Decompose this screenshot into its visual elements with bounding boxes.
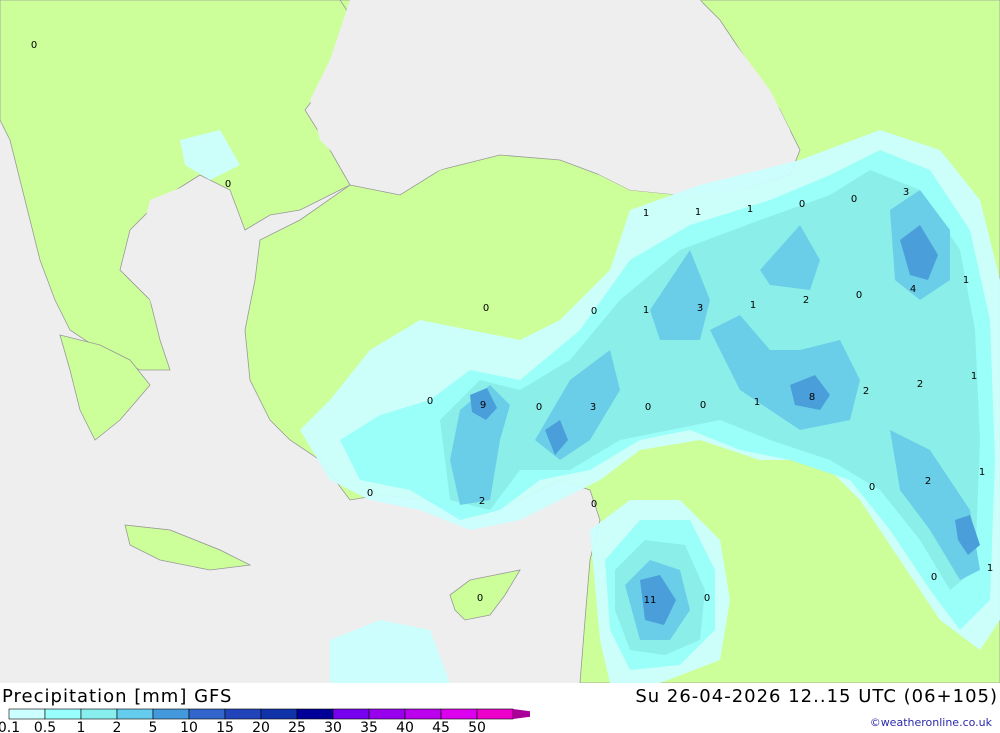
value-label: 0 xyxy=(931,572,937,583)
legend-swatch xyxy=(44,708,82,720)
legend-swatch xyxy=(476,708,514,720)
value-label: 0 xyxy=(856,290,862,301)
legend-label: 5 xyxy=(149,720,158,733)
value-label: 0 xyxy=(704,593,710,604)
value-label: 2 xyxy=(925,476,931,487)
legend-arrow xyxy=(513,709,530,719)
legend-label: 0.1 xyxy=(0,720,20,733)
valid-time: Su 26-04-2026 12..15 UTC (06+105) xyxy=(635,686,998,707)
legend-swatch xyxy=(404,708,442,720)
legend-swatch xyxy=(188,708,226,720)
legend-swatch xyxy=(440,708,478,720)
site-credit[interactable]: ©weatheronline.co.uk xyxy=(870,716,992,729)
value-label: 1 xyxy=(643,305,649,316)
legend-label: 45 xyxy=(432,720,450,733)
legend-swatch xyxy=(8,708,46,720)
legend-swatch xyxy=(80,708,118,720)
legend-label: 2 xyxy=(113,720,122,733)
legend-label: 15 xyxy=(216,720,234,733)
value-label: 2 xyxy=(803,295,809,306)
value-label: 0 xyxy=(225,179,231,190)
legend-label: 30 xyxy=(324,720,342,733)
value-label: 1 xyxy=(963,275,969,286)
legend-swatch xyxy=(332,708,370,720)
legend-swatch xyxy=(260,708,298,720)
value-label: 0 xyxy=(799,199,805,210)
value-label: 8 xyxy=(809,392,815,403)
value-label: 0 xyxy=(645,402,651,413)
legend-swatch xyxy=(296,708,334,720)
legend-swatch xyxy=(152,708,190,720)
value-label: 0 xyxy=(427,396,433,407)
legend-swatch xyxy=(224,708,262,720)
legend-label: 40 xyxy=(396,720,414,733)
value-label: 1 xyxy=(643,208,649,219)
value-label: 0 xyxy=(31,40,37,51)
value-label: 3 xyxy=(697,303,703,314)
value-label: 2 xyxy=(917,379,923,390)
legend-label: 35 xyxy=(360,720,378,733)
legend-labels: 0.1 0.5 1 2 5 10 15 20 25 30 35 40 45 50 xyxy=(0,720,486,733)
value-label: 0 xyxy=(483,303,489,314)
value-label: 1 xyxy=(971,371,977,382)
legend-label: 20 xyxy=(252,720,270,733)
value-label: 2 xyxy=(479,496,485,507)
legend-swatch xyxy=(116,708,154,720)
legend-label: 10 xyxy=(180,720,198,733)
value-label: 0 xyxy=(591,306,597,317)
value-label: 3 xyxy=(590,402,596,413)
color-legend: 0.1 0.5 1 2 5 10 15 20 25 30 35 40 45 50 xyxy=(0,708,530,733)
value-label: 0 xyxy=(536,402,542,413)
value-label: 0 xyxy=(591,499,597,510)
value-label: 1 xyxy=(987,563,993,574)
legend-label: 1 xyxy=(77,720,86,733)
value-label: 1 xyxy=(750,300,756,311)
value-label: 2 xyxy=(863,386,869,397)
value-label: 0 xyxy=(851,194,857,205)
value-label: 0 xyxy=(869,482,875,493)
value-label: 1 xyxy=(747,204,753,215)
value-label: 3 xyxy=(903,187,909,198)
legend-label: 50 xyxy=(468,720,486,733)
legend-label: 0.5 xyxy=(34,720,56,733)
value-label: 0 xyxy=(367,488,373,499)
precipitation-map: 0 0 1 1 1 0 0 3 0 0 1 3 1 2 0 4 1 0 9 0 … xyxy=(0,0,1000,683)
value-label: 0 xyxy=(477,593,483,604)
legend-swatch xyxy=(368,708,406,720)
value-label: 1 xyxy=(754,397,760,408)
value-label: 4 xyxy=(910,284,916,295)
value-label: 1 xyxy=(979,467,985,478)
legend-label: 25 xyxy=(288,720,306,733)
value-label: 0 xyxy=(700,400,706,411)
value-label: 11 xyxy=(644,595,657,606)
value-label: 9 xyxy=(480,400,486,411)
legend-swatches xyxy=(8,708,530,720)
value-label: 1 xyxy=(695,207,701,218)
